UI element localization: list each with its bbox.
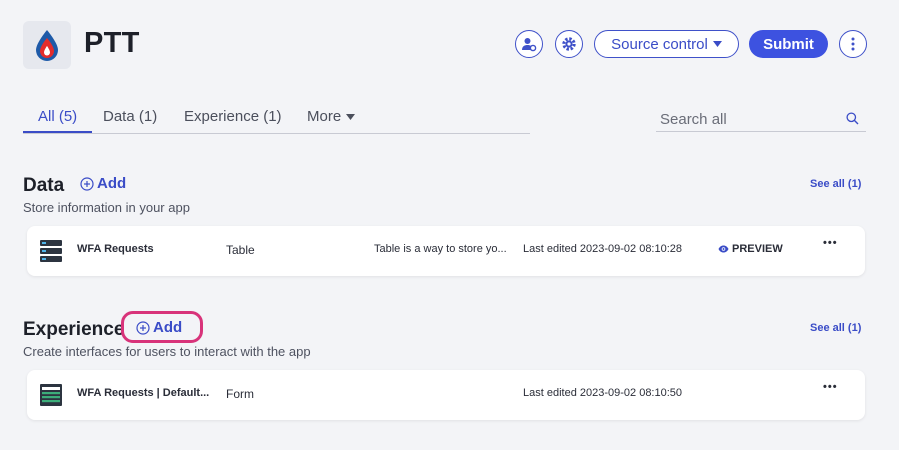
data-section-title: Data: [23, 175, 65, 196]
settings-button[interactable]: [555, 30, 583, 58]
search-icon: [846, 112, 859, 125]
tab-all[interactable]: All (5): [23, 108, 93, 133]
preview-label: PREVIEW: [732, 243, 783, 255]
experience-see-all-link[interactable]: See all (1): [810, 322, 861, 334]
app-title: PTT: [84, 27, 140, 59]
experience-item-name: WFA Requests | Default...: [77, 387, 210, 399]
data-item-description: Table is a way to store yo...: [374, 243, 507, 255]
data-section-description: Store information in your app: [23, 200, 190, 215]
experience-item-type: Form: [226, 387, 254, 401]
tab-more-label: More: [307, 108, 342, 125]
search-box: [656, 108, 866, 132]
data-item-card[interactable]: WFA Requests Table Table is a way to sto…: [27, 226, 865, 276]
experience-item-more-button[interactable]: •••: [823, 381, 838, 393]
vertical-dots-icon: [851, 37, 855, 51]
data-see-all-link[interactable]: See all (1): [810, 178, 861, 190]
preview-button[interactable]: PREVIEW: [718, 243, 783, 255]
source-control-button[interactable]: Source control: [594, 30, 739, 58]
app-logo: [23, 21, 71, 69]
table-icon: [40, 240, 62, 262]
gear-icon: [562, 37, 576, 51]
form-icon: [40, 384, 62, 406]
tab-more[interactable]: More: [307, 108, 356, 133]
search-input[interactable]: [656, 108, 836, 130]
user-settings-button[interactable]: [515, 30, 543, 58]
data-item-more-button[interactable]: •••: [823, 237, 838, 249]
tab-experience[interactable]: Experience (1): [184, 108, 282, 133]
add-data-label: Add: [97, 175, 127, 192]
tab-data[interactable]: Data (1): [103, 108, 157, 133]
data-item-edited: Last edited 2023-09-02 08:10:28: [523, 243, 683, 255]
tab-bar: All (5) Data (1) Experience (1) More: [23, 108, 530, 134]
data-item-name: WFA Requests: [77, 243, 154, 255]
experience-section-title: Experience: [23, 319, 125, 340]
submit-button[interactable]: Submit: [749, 30, 828, 58]
more-options-button[interactable]: [839, 30, 867, 58]
add-experience-highlight: [121, 311, 203, 343]
drop-logo-icon: [36, 30, 58, 61]
source-control-label: Source control: [611, 35, 708, 53]
plus-circle-icon: [80, 176, 94, 191]
experience-section-description: Create interfaces for users to interact …: [23, 344, 311, 359]
caret-down-icon: [712, 41, 722, 47]
experience-item-edited: Last edited 2023-09-02 08:10:50: [523, 387, 683, 399]
eye-icon: [718, 245, 729, 253]
add-data-button[interactable]: Add: [80, 175, 126, 192]
data-item-type: Table: [226, 243, 255, 257]
caret-down-icon: [346, 114, 356, 120]
user-gear-icon: [522, 38, 537, 52]
experience-item-card[interactable]: WFA Requests | Default... Form Last edit…: [27, 370, 865, 420]
